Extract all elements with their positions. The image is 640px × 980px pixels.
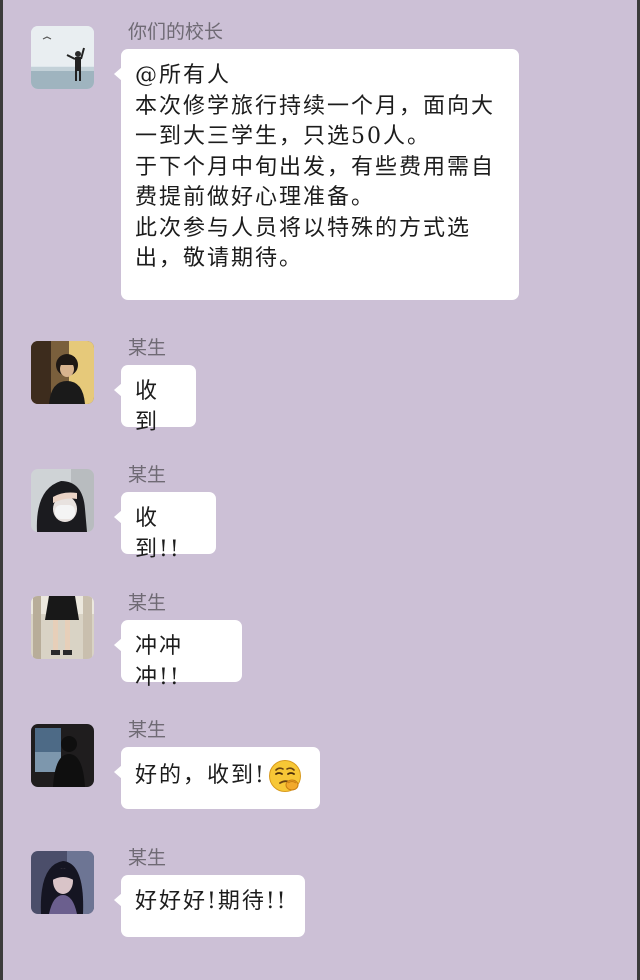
message-bubble[interactable]: 收到!! xyxy=(114,492,216,562)
message-bubble[interactable]: 冲冲冲!! xyxy=(114,620,242,690)
sender-name: 某生 xyxy=(128,464,167,486)
sender-name: 某生 xyxy=(128,337,167,359)
window-edge-left xyxy=(0,0,3,980)
masked-girl-avatar[interactable] xyxy=(31,469,94,532)
message-text: @所有人 本次修学旅行持续一个月，面向大一到大三学生，只选50人。 于下个月中旬… xyxy=(135,63,496,271)
message-text: 好好好!期待!! xyxy=(135,889,288,914)
message-text: 好的，收到! xyxy=(135,759,306,793)
girl-long-hair-avatar[interactable] xyxy=(31,851,94,914)
smirk-face-emoji xyxy=(268,760,301,792)
silhouette-window-avatar[interactable] xyxy=(31,724,94,787)
message-bubble[interactable]: @所有人 本次修学旅行持续一个月，面向大一到大三学生，只选50人。 于下个月中旬… xyxy=(114,49,519,300)
message-text: 收到 xyxy=(135,379,160,435)
message-text: 冲冲冲!! xyxy=(135,634,184,690)
legs-in-skirt-avatar[interactable] xyxy=(31,596,94,659)
message-text: 收到!! xyxy=(135,506,181,562)
sender-name: 你们的校长 xyxy=(128,21,224,43)
message-bubble[interactable]: 好的，收到! xyxy=(114,747,320,809)
sender-name: 某生 xyxy=(128,719,167,741)
person-at-sea-avatar[interactable] xyxy=(31,26,94,89)
message-bubble[interactable]: 收到 xyxy=(114,365,196,435)
sender-name: 某生 xyxy=(128,592,167,614)
boy-portrait-avatar[interactable] xyxy=(31,341,94,404)
message-bubble[interactable]: 好好好!期待!! xyxy=(114,875,305,937)
sender-name: 某生 xyxy=(128,847,167,869)
